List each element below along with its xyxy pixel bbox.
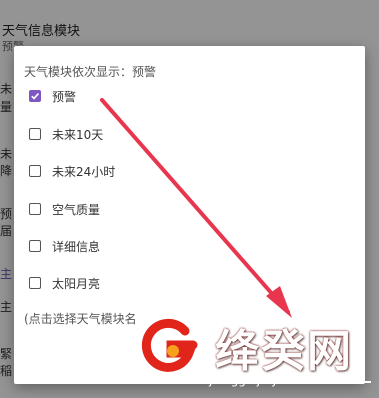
watermark-url: jiangguijiuye.com: [209, 373, 316, 387]
watermark: 绛癸网 jiangguijiuye.com: [131, 313, 379, 398]
watermark-divider: [199, 381, 209, 383]
watermark-divider: [353, 381, 371, 383]
watermark-brand: 绛癸网: [215, 326, 353, 377]
watermark-logo-icon: [137, 315, 199, 377]
